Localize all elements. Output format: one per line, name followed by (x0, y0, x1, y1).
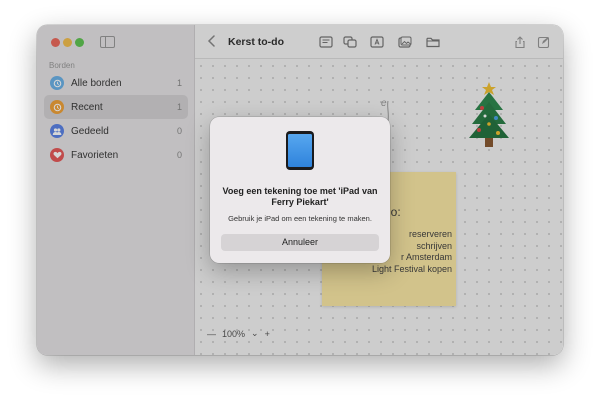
sketch-dialog: Voeg een tekening toe met 'iPad van Ferr… (210, 117, 390, 263)
dialog-title: Voeg een tekening toe met 'iPad van Ferr… (222, 186, 378, 207)
ipad-icon (286, 131, 314, 170)
cancel-button[interactable]: Annuleer (221, 234, 379, 251)
dialog-message: Gebruik je iPad om een tekening te maken… (228, 214, 372, 223)
